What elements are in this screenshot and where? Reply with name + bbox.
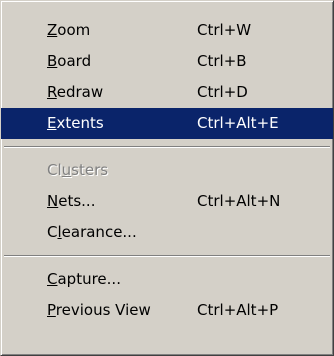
menu-item-shortcut: Ctrl+W [197, 21, 252, 39]
menu-item-label: Clearance... [47, 223, 137, 241]
menu-separator [1, 139, 333, 155]
menu-item-extents[interactable]: Extents Ctrl+Alt+E [1, 108, 333, 139]
menu-item-zoom[interactable]: Zoom Ctrl+W [1, 15, 333, 46]
menu-item-label: Clusters [47, 161, 109, 179]
menu-item-label: Redraw [47, 83, 104, 101]
menu-item-board[interactable]: Board Ctrl+B [1, 46, 333, 77]
menu-item-label: Previous View [47, 301, 151, 319]
menu-item-clusters: Clusters [1, 155, 333, 186]
menu-item-shortcut: Ctrl+Alt+P [197, 301, 279, 319]
menu-item-shortcut: Ctrl+Alt+E [197, 114, 279, 132]
menu-item-shortcut: Ctrl+Alt+N [197, 192, 281, 210]
menu-item-label: Zoom [47, 21, 91, 39]
menu-item-label: Extents [47, 114, 104, 132]
menu-item-clearance[interactable]: Clearance... [1, 217, 333, 248]
menu-item-shortcut: Ctrl+D [197, 83, 248, 101]
menu-item-label: Nets... [47, 192, 96, 210]
menu-item-redraw[interactable]: Redraw Ctrl+D [1, 77, 333, 108]
menu-item-shortcut: Ctrl+B [197, 52, 247, 70]
menu-item-nets[interactable]: Nets... Ctrl+Alt+N [1, 186, 333, 217]
menu-item-label: Capture... [47, 270, 121, 288]
context-menu: Zoom Ctrl+W Board Ctrl+B Redraw Ctrl+D E… [0, 0, 334, 356]
menu-separator [1, 248, 333, 264]
menu-item-capture[interactable]: Capture... [1, 264, 333, 295]
menu-item-label: Board [47, 52, 92, 70]
menu-item-previous-view[interactable]: Previous View Ctrl+Alt+P [1, 295, 333, 326]
